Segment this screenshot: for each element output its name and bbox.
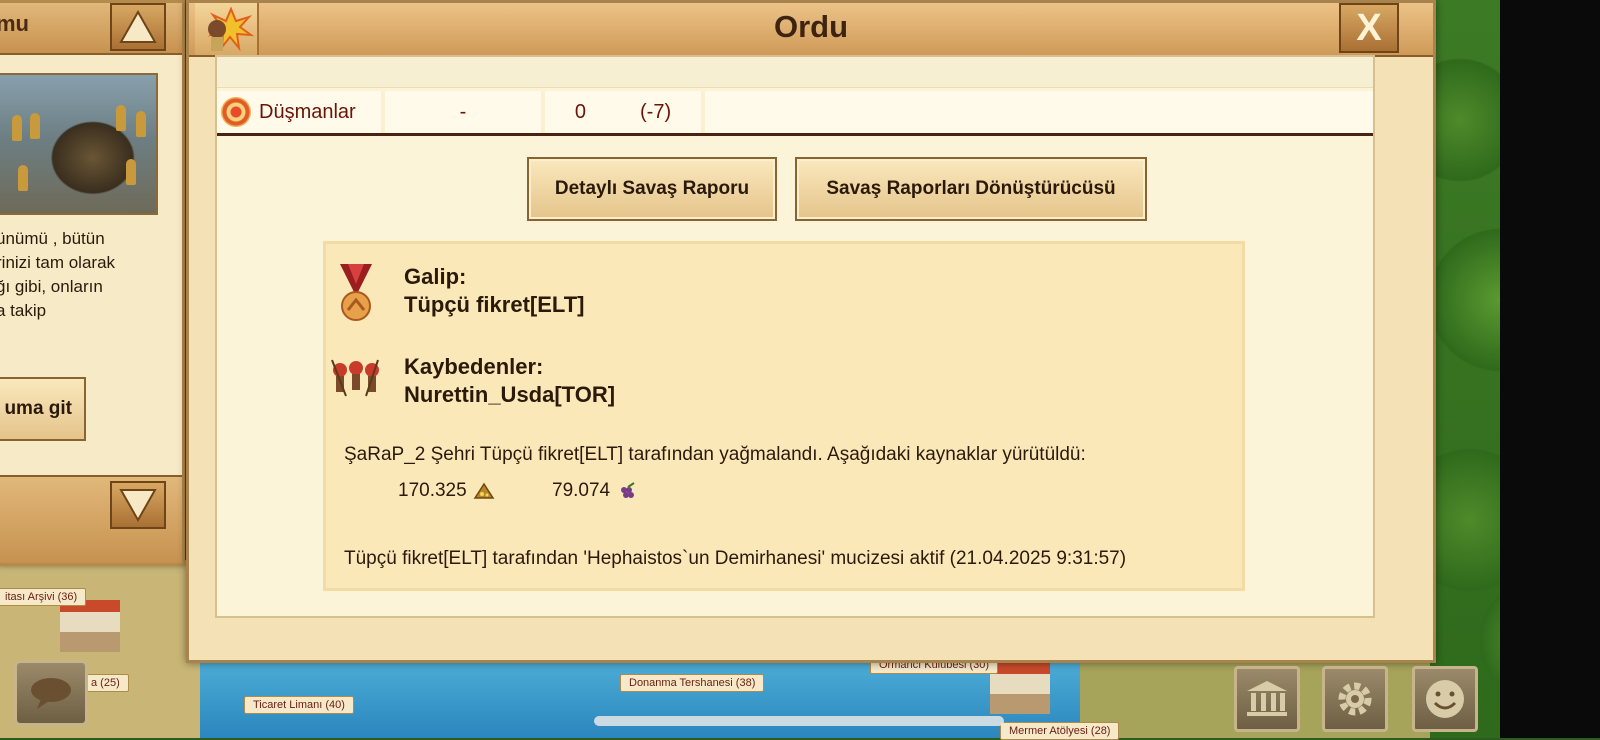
loser-name[interactable]: Nurettin_Usda[TOR] xyxy=(404,382,615,408)
description-line: a takip xyxy=(0,301,47,320)
winner-name[interactable]: Tüpçü fikret[ELT] xyxy=(404,292,584,318)
map-label-shipyard[interactable]: Donanma Tershanesi (38) xyxy=(620,674,765,692)
description-line: ünümü , bütün xyxy=(0,229,105,248)
description-line: rinizi tam olarak xyxy=(0,253,116,272)
losers-label: Kaybedenler: xyxy=(404,354,544,379)
soldier-figure xyxy=(30,113,40,139)
chat-bubble-icon xyxy=(31,678,71,709)
report-body: Düşmanlar - 0 (-7) Detaylı Savaş Raporu … xyxy=(215,55,1375,618)
miracle-message: Tüpçü fikret[ELT] tarafından 'Hephaistos… xyxy=(344,548,1127,569)
report-converter-button[interactable]: Savaş Raporları Dönüştürücüsü xyxy=(795,157,1147,221)
enemies-col1: - xyxy=(385,91,541,133)
soldier-figure xyxy=(12,115,22,141)
enemies-label: Düşmanlar xyxy=(259,100,356,123)
plunder-message: ŞaRaP_2 Şehri Tüpçü fikret[ELT] tarafınd… xyxy=(344,444,1086,465)
side-panel-description: ünümü , bütün rinizi tam olarak ğı gibi,… xyxy=(0,227,174,323)
smiley-icon xyxy=(1426,680,1464,718)
window-header: Ordu X xyxy=(189,3,1433,57)
detailed-report-button[interactable]: Detaylı Savaş Raporu xyxy=(527,157,777,221)
home-indicator[interactable] xyxy=(594,716,1004,726)
wine-amount: 79.074 xyxy=(552,480,611,501)
close-icon: X xyxy=(1356,6,1382,49)
wine-resource-icon xyxy=(621,482,635,498)
side-panel-header: mu xyxy=(0,3,182,55)
gold-amount: 170.325 xyxy=(398,480,467,501)
map-building[interactable] xyxy=(990,662,1050,714)
settings-button[interactable] xyxy=(1322,666,1388,732)
enemies-count: 0 xyxy=(574,100,586,123)
arrow-up-icon xyxy=(119,9,157,43)
gold-resource-icon xyxy=(473,482,495,499)
enemy-target-icon xyxy=(221,97,251,127)
map-label-marble[interactable]: Mermer Atölyesi (28) xyxy=(1000,722,1120,740)
window-title: Ordu xyxy=(773,9,849,44)
enemies-loss: (-7) xyxy=(640,100,672,123)
temple-icon xyxy=(1247,681,1287,716)
arrow-down-icon xyxy=(119,489,157,523)
army-illustration xyxy=(0,73,158,215)
soldier-figure xyxy=(116,105,126,131)
side-panel: mu ünümü , bütün rinizi tam olarak ğı gi… xyxy=(0,0,185,566)
screen-edge xyxy=(1500,0,1600,738)
enemies-col2: 0 (-7) xyxy=(545,91,701,133)
soldier-figure xyxy=(126,159,136,185)
map-building[interactable] xyxy=(60,600,120,652)
table-row-partial xyxy=(217,57,1373,88)
scroll-up-button[interactable] xyxy=(110,3,166,51)
description-line: ğı gibi, onların xyxy=(0,277,103,296)
soldier-figure xyxy=(18,165,28,191)
side-panel-title: mu xyxy=(0,11,29,36)
side-panel-footer xyxy=(0,475,182,563)
winner-label: Galip: xyxy=(404,264,467,289)
resource-gold: 170.325 xyxy=(398,480,495,502)
enemies-row: Düşmanlar - 0 (-7) xyxy=(217,91,1373,136)
go-button[interactable]: uma git xyxy=(0,377,86,441)
medal-icon xyxy=(340,264,372,321)
battle-result-box: Galip: Tüpçü fikret[ELT] Kaybedenler: Nu… xyxy=(323,241,1245,591)
enemies-empty-cell xyxy=(705,91,1373,133)
emote-button[interactable] xyxy=(1412,666,1478,732)
resource-wine: 79.074 xyxy=(552,480,638,502)
defeated-soldiers-icon xyxy=(331,359,379,397)
map-label-harbor[interactable]: Ticaret Limanı (40) xyxy=(244,696,354,714)
close-button[interactable]: X xyxy=(1339,3,1399,53)
map-label-archive[interactable]: itası Arşivi (36) xyxy=(0,588,87,606)
gear-icon xyxy=(1338,682,1372,716)
scroll-down-button[interactable] xyxy=(110,481,166,529)
enemies-label-cell: Düşmanlar xyxy=(217,91,381,133)
army-window: Ordu X Düşmanlar - 0 (-7) Detaylı Savaş … xyxy=(186,0,1436,663)
map-label-building[interactable]: a (25) xyxy=(82,674,129,692)
chat-button[interactable] xyxy=(14,660,88,726)
temple-button[interactable] xyxy=(1234,666,1300,732)
soldier-figure xyxy=(136,111,146,137)
